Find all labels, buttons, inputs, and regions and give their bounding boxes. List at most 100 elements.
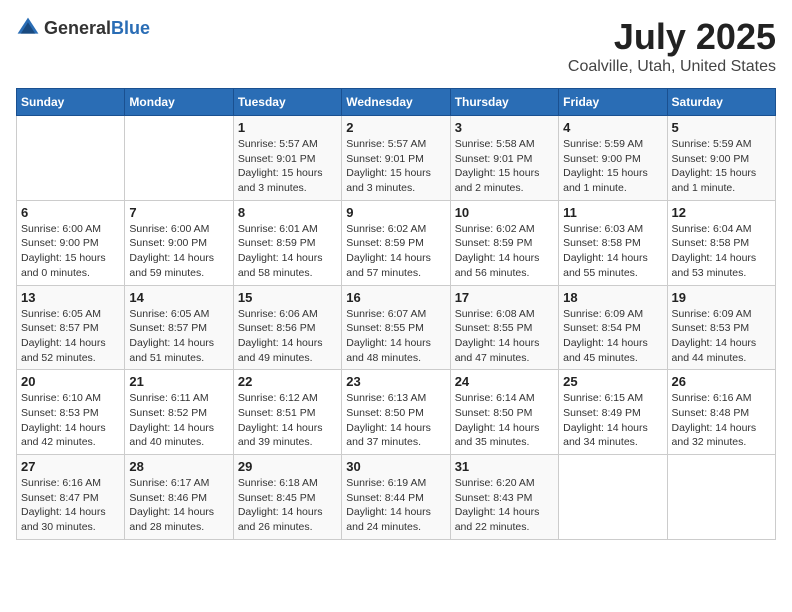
cell-date-number: 6 [21,205,120,220]
cell-date-number: 2 [346,120,445,135]
cell-sun-info: Sunrise: 6:15 AMSunset: 8:49 PMDaylight:… [563,391,662,450]
cell-sun-info: Sunrise: 6:02 AMSunset: 8:59 PMDaylight:… [455,222,554,281]
cell-date-number: 29 [238,459,337,474]
calendar-cell: 27 Sunrise: 6:16 AMSunset: 8:47 PMDayligh… [17,455,125,540]
cell-sun-info: Sunrise: 6:06 AMSunset: 8:56 PMDaylight:… [238,307,337,366]
calendar-cell: 21Sunrise: 6:11 AMSunset: 8:52 PMDayligh… [125,370,233,455]
cell-date-number: 11 [563,205,662,220]
cell-sun-info: Sunrise: 5:59 AMSunset: 9:00 PMDaylight:… [672,137,771,196]
calendar-cell: 17 Sunrise: 6:08 AMSunset: 8:55 PMDayligh… [450,285,558,370]
calendar-cell: 25 Sunrise: 6:15 AMSunset: 8:49 PMDayligh… [559,370,667,455]
cell-sun-info: Sunrise: 6:17 AMSunset: 8:46 PMDaylight:… [129,476,228,535]
cell-sun-info: Sunrise: 6:12 AMSunset: 8:51 PMDaylight:… [238,391,337,450]
cell-date-number: 9 [346,205,445,220]
cell-sun-info: Sunrise: 6:00 AMSunset: 9:00 PMDaylight:… [21,222,120,281]
cell-date-number: 7 [129,205,228,220]
cell-sun-info: Sunrise: 6:04 AMSunset: 8:58 PMDaylight:… [672,222,771,281]
calendar-cell: 1 Sunrise: 5:57 AMSunset: 9:01 PMDaylight… [233,116,341,201]
cell-date-number: 27 [21,459,120,474]
weekday-header: Thursday [450,89,558,116]
calendar-week-row: 13 Sunrise: 6:05 AMSunset: 8:57 PMDayligh… [17,285,776,370]
weekday-header: Monday [125,89,233,116]
calendar-cell: 23Sunrise: 6:13 AMSunset: 8:50 PMDayligh… [342,370,450,455]
calendar-cell: 16 Sunrise: 6:07 AMSunset: 8:55 PMDayligh… [342,285,450,370]
logo-icon [16,16,40,40]
weekday-header: Saturday [667,89,775,116]
logo-blue: Blue [111,18,150,38]
cell-date-number: 4 [563,120,662,135]
calendar-cell: 19Sunrise: 6:09 AMSunset: 8:53 PMDayligh… [667,285,775,370]
cell-sun-info: Sunrise: 5:58 AMSunset: 9:01 PMDaylight:… [455,137,554,196]
cell-date-number: 8 [238,205,337,220]
calendar-cell: 4 Sunrise: 5:59 AMSunset: 9:00 PMDaylight… [559,116,667,201]
cell-date-number: 16 [346,290,445,305]
cell-sun-info: Sunrise: 6:16 AMSunset: 8:48 PMDaylight:… [672,391,771,450]
calendar-cell: 5Sunrise: 5:59 AMSunset: 9:00 PMDaylight… [667,116,775,201]
calendar-cell: 6 Sunrise: 6:00 AMSunset: 9:00 PMDaylight… [17,200,125,285]
calendar-cell: 13 Sunrise: 6:05 AMSunset: 8:57 PMDayligh… [17,285,125,370]
cell-sun-info: Sunrise: 6:07 AMSunset: 8:55 PMDaylight:… [346,307,445,366]
logo: GeneralBlue [16,16,150,40]
cell-sun-info: Sunrise: 6:19 AMSunset: 8:44 PMDaylight:… [346,476,445,535]
calendar-cell: 8 Sunrise: 6:01 AMSunset: 8:59 PMDaylight… [233,200,341,285]
calendar-cell [17,116,125,201]
calendar-cell: 29 Sunrise: 6:18 AMSunset: 8:45 PMDayligh… [233,455,341,540]
calendar-cell: 31Sunrise: 6:20 AMSunset: 8:43 PMDayligh… [450,455,558,540]
cell-sun-info: Sunrise: 6:05 AMSunset: 8:57 PMDaylight:… [21,307,120,366]
cell-sun-info: Sunrise: 6:14 AMSunset: 8:50 PMDaylight:… [455,391,554,450]
title-block: July 2025 Coalville, Utah, United States [568,16,776,76]
cell-date-number: 3 [455,120,554,135]
location-title: Coalville, Utah, United States [568,58,776,76]
cell-date-number: 28 [129,459,228,474]
calendar-week-row: 27 Sunrise: 6:16 AMSunset: 8:47 PMDayligh… [17,455,776,540]
cell-sun-info: Sunrise: 6:18 AMSunset: 8:45 PMDaylight:… [238,476,337,535]
cell-date-number: 13 [21,290,120,305]
cell-date-number: 17 [455,290,554,305]
cell-date-number: 14 [129,290,228,305]
cell-date-number: 18 [563,290,662,305]
cell-date-number: 26 [672,374,771,389]
cell-sun-info: Sunrise: 6:01 AMSunset: 8:59 PMDaylight:… [238,222,337,281]
logo-general: General [44,18,111,38]
calendar-table: SundayMondayTuesdayWednesdayThursdayFrid… [16,88,776,540]
weekday-header: Tuesday [233,89,341,116]
cell-date-number: 23 [346,374,445,389]
cell-date-number: 1 [238,120,337,135]
calendar-cell: 14 Sunrise: 6:05 AMSunset: 8:57 PMDayligh… [125,285,233,370]
calendar-cell [125,116,233,201]
cell-date-number: 30 [346,459,445,474]
calendar-week-row: 20Sunrise: 6:10 AMSunset: 8:53 PMDayligh… [17,370,776,455]
cell-sun-info: Sunrise: 6:09 AMSunset: 8:54 PMDaylight:… [563,307,662,366]
calendar-cell: 30 Sunrise: 6:19 AMSunset: 8:44 PMDayligh… [342,455,450,540]
page-header: GeneralBlue July 2025 Coalville, Utah, U… [16,16,776,76]
cell-date-number: 20 [21,374,120,389]
cell-date-number: 24 [455,374,554,389]
cell-date-number: 10 [455,205,554,220]
calendar-cell: 7 Sunrise: 6:00 AMSunset: 9:00 PMDaylight… [125,200,233,285]
cell-sun-info: Sunrise: 6:03 AMSunset: 8:58 PMDaylight:… [563,222,662,281]
cell-date-number: 31 [455,459,554,474]
cell-sun-info: Sunrise: 6:08 AMSunset: 8:55 PMDaylight:… [455,307,554,366]
calendar-cell: 15 Sunrise: 6:06 AMSunset: 8:56 PMDayligh… [233,285,341,370]
cell-sun-info: Sunrise: 5:57 AMSunset: 9:01 PMDaylight:… [346,137,445,196]
calendar-cell [559,455,667,540]
cell-date-number: 15 [238,290,337,305]
cell-date-number: 22 [238,374,337,389]
calendar-week-row: 1 Sunrise: 5:57 AMSunset: 9:01 PMDaylight… [17,116,776,201]
calendar-cell: 24 Sunrise: 6:14 AMSunset: 8:50 PMDayligh… [450,370,558,455]
cell-date-number: 12 [672,205,771,220]
calendar-header: SundayMondayTuesdayWednesdayThursdayFrid… [17,89,776,116]
cell-sun-info: Sunrise: 6:02 AMSunset: 8:59 PMDaylight:… [346,222,445,281]
cell-sun-info: Sunrise: 5:59 AMSunset: 9:00 PMDaylight:… [563,137,662,196]
calendar-cell: 26 Sunrise: 6:16 AMSunset: 8:48 PMDayligh… [667,370,775,455]
cell-date-number: 25 [563,374,662,389]
cell-sun-info: Sunrise: 6:05 AMSunset: 8:57 PMDaylight:… [129,307,228,366]
cell-sun-info: Sunrise: 5:57 AMSunset: 9:01 PMDaylight:… [238,137,337,196]
weekday-header: Friday [559,89,667,116]
cell-date-number: 21 [129,374,228,389]
cell-sun-info: Sunrise: 6:09 AMSunset: 8:53 PMDaylight:… [672,307,771,366]
calendar-cell: 20Sunrise: 6:10 AMSunset: 8:53 PMDayligh… [17,370,125,455]
cell-sun-info: Sunrise: 6:00 AMSunset: 9:00 PMDaylight:… [129,222,228,281]
cell-sun-info: Sunrise: 6:16 AMSunset: 8:47 PMDaylight:… [21,476,120,535]
calendar-cell: 2 Sunrise: 5:57 AMSunset: 9:01 PMDaylight… [342,116,450,201]
